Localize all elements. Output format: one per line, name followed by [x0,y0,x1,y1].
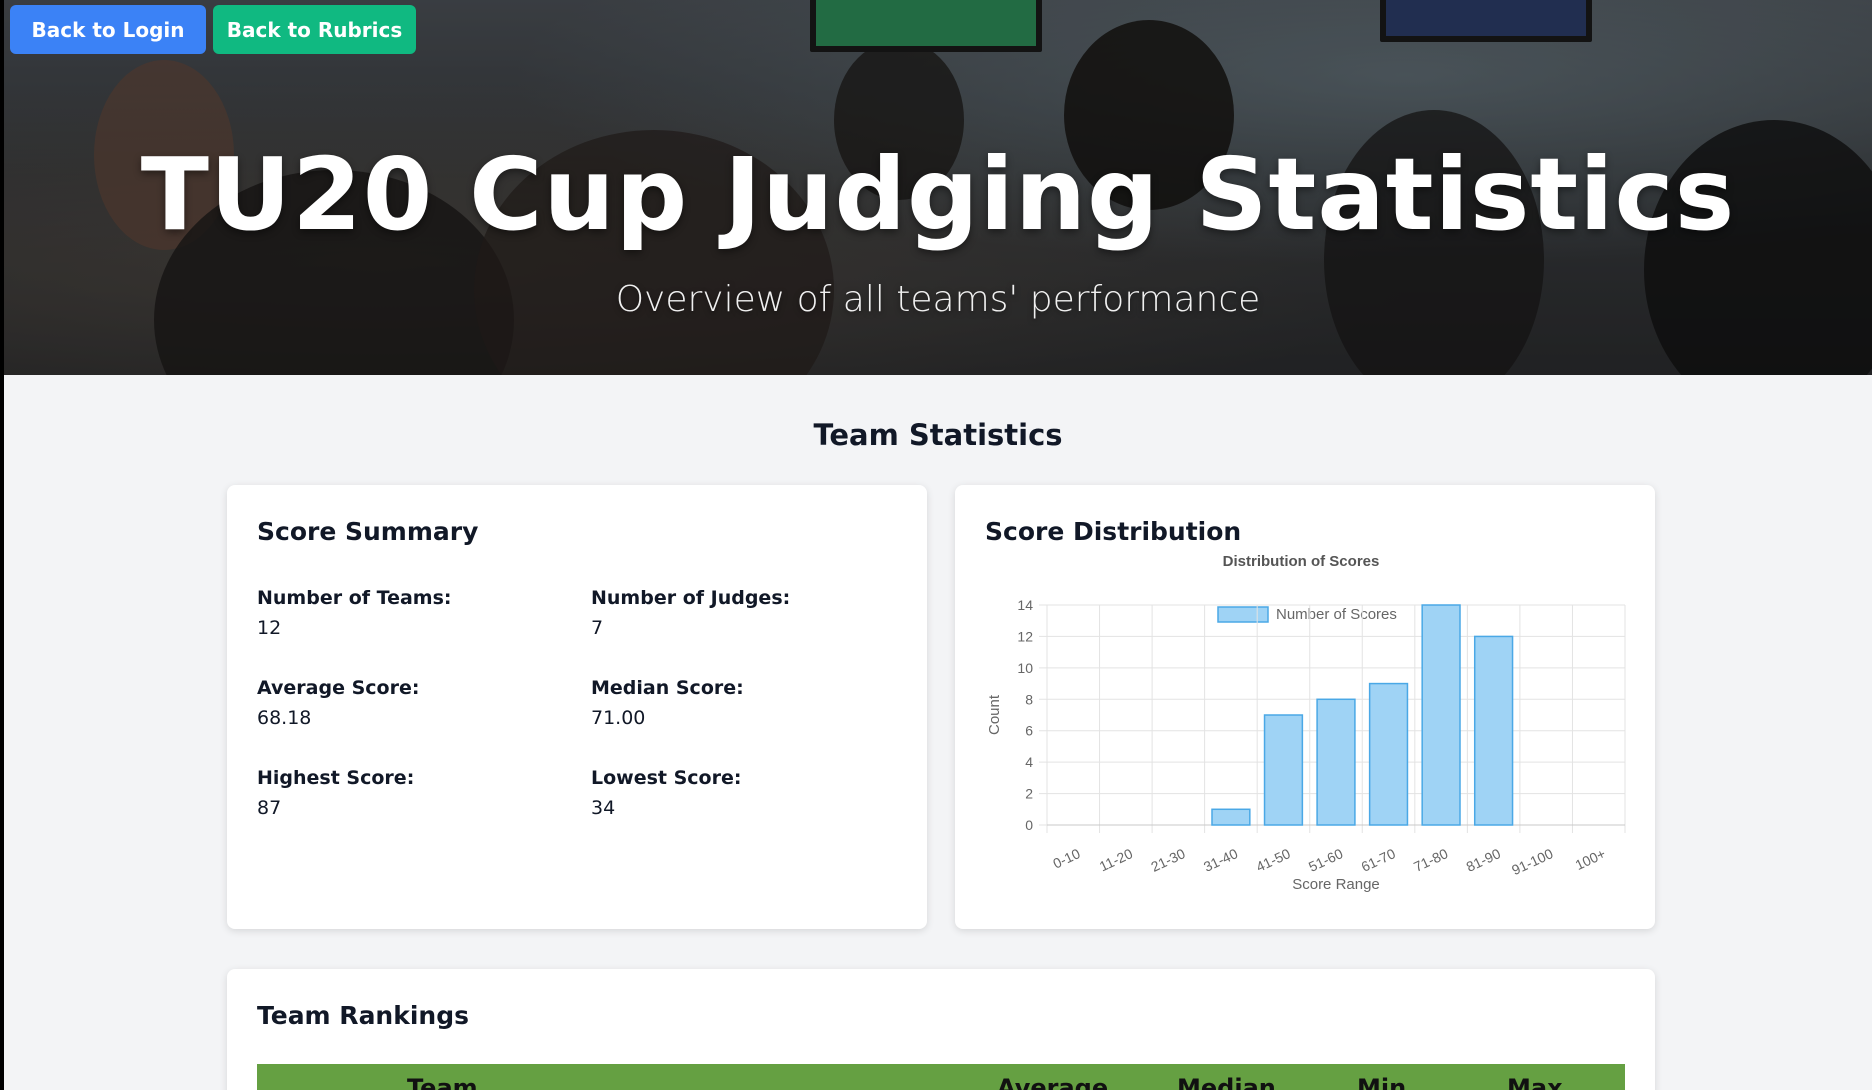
column-header-team[interactable]: Team [407,1074,478,1090]
stat-label: Number of Teams: [257,587,452,609]
stat-label: Lowest Score: [591,767,742,789]
stat-average-score: Average Score: 68.18 [257,675,577,731]
rankings-table-header: Team Average Median Min Max [257,1064,1625,1090]
x-tick-label: 41-50 [1254,845,1293,875]
bar-41-50 [1263,714,1304,826]
x-tick-label: 21-30 [1148,845,1187,875]
y-tick-label: 14 [1017,597,1033,613]
stat-number-of-judges: Number of Judges: 7 [591,585,911,641]
back-to-login-button[interactable]: Back to Login [10,5,206,54]
stat-label: Number of Judges: [591,587,791,609]
x-tick-label: 11-20 [1097,845,1135,874]
page-title: TU20 Cup Judging Statistics [140,136,1736,253]
bar-71-80 [1421,604,1461,826]
y-tick-label: 8 [1025,691,1033,707]
section-title: Team Statistics [813,418,1063,452]
stat-value: 34 [591,797,616,819]
stat-label: Median Score: [591,677,744,699]
bar-31-40 [1211,808,1251,826]
stat-value: 7 [591,617,604,639]
stat-label: Highest Score: [257,767,415,789]
y-tick-label: 0 [1025,817,1033,833]
x-tick-label: 91-100 [1509,845,1555,878]
x-axis-title: Score Range [1292,876,1380,893]
y-tick-label: 10 [1017,660,1033,676]
x-tick-label: 0-10 [1050,845,1082,871]
chart-title: Distribution of Scores [1223,553,1380,570]
stat-median-score: Median Score: 71.00 [591,675,911,731]
stat-value: 87 [257,797,282,819]
stat-number-of-teams: Number of Teams: 12 [257,585,577,641]
stat-highest-score: Highest Score: 87 [257,765,577,821]
x-tick-label: 31-40 [1201,845,1240,875]
stat-lowest-score: Lowest Score: 34 [591,765,911,821]
card-title: Team Rankings [257,1001,469,1030]
page: TU20 Cup Judging Statistics Overview of … [4,0,1872,1090]
score-distribution-card: Score Distribution Distribution of Score… [955,485,1655,929]
y-axis-title: Count [986,694,1003,735]
score-distribution-chart: Distribution of Scores Number of Scores 0 2… [986,553,1626,893]
stat-value: 12 [257,617,282,639]
bar-61-70 [1368,682,1409,826]
column-header-average[interactable]: Average [997,1074,1108,1090]
bar-51-60 [1316,698,1356,826]
x-tick-label: 61-70 [1359,845,1398,875]
x-tick-label: 81-90 [1464,845,1503,875]
back-to-rubrics-button[interactable]: Back to Rubrics [213,5,416,54]
legend-swatch [1217,606,1269,623]
stat-value: 71.00 [591,707,646,729]
page-subtitle: Overview of all teams' performance [615,279,1261,320]
stat-label: Average Score: [257,677,420,699]
column-header-min[interactable]: Min [1357,1074,1406,1090]
y-tick-label: 12 [1017,628,1033,644]
stat-value: 68.18 [257,707,312,729]
x-tick-label: 51-60 [1306,845,1345,875]
y-tick-label: 6 [1025,723,1033,739]
hero-banner: TU20 Cup Judging Statistics Overview of … [4,0,1872,375]
bar-81-90 [1473,635,1514,826]
legend-label: Number of Scores [1276,606,1397,623]
y-tick-label: 2 [1025,786,1033,802]
column-header-max[interactable]: Max [1507,1074,1563,1090]
score-summary-card: Score Summary Number of Teams: 12 Number… [227,485,927,929]
x-tick-label: 100+ [1573,845,1608,873]
column-header-median[interactable]: Median [1177,1074,1276,1090]
card-title: Score Summary [257,517,479,546]
team-rankings-card: Team Rankings Team Average Median Min Ma… [227,969,1655,1090]
y-tick-label: 4 [1025,754,1033,770]
x-tick-label: 71-80 [1411,845,1450,875]
